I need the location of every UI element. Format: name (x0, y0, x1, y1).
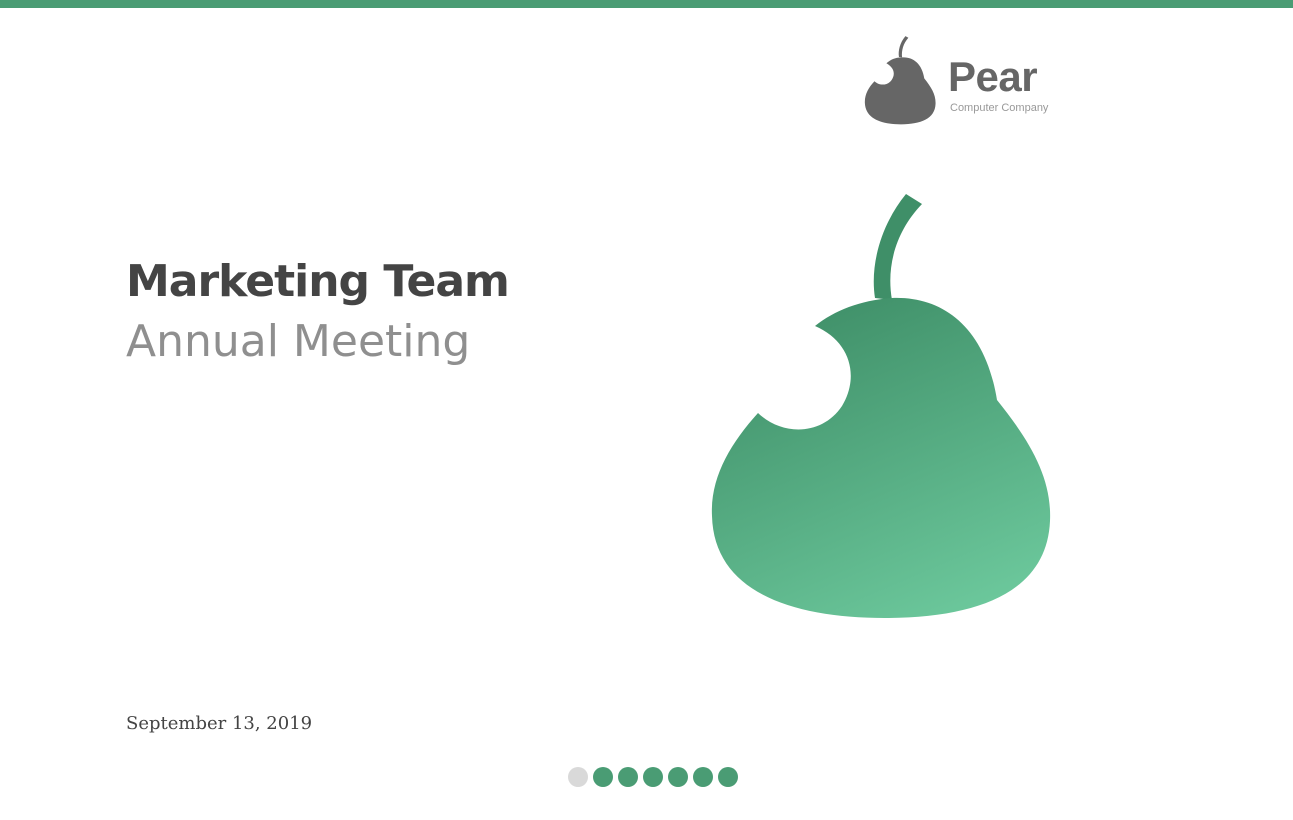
pear-logo-icon (864, 36, 936, 125)
nav-dot-3[interactable] (618, 767, 638, 787)
title-slide: Pear Computer Company Marketing Team Ann… (0, 0, 1293, 820)
logo-tagline: Computer Company (950, 102, 1049, 114)
nav-dot-5[interactable] (668, 767, 688, 787)
slide-date: September 13, 2019 (126, 713, 313, 734)
accent-bar (0, 0, 1293, 8)
nav-dot-4[interactable] (643, 767, 663, 787)
nav-dot-1[interactable] (568, 767, 588, 787)
nav-dot-6[interactable] (693, 767, 713, 787)
company-logo: Pear Computer Company (862, 34, 1062, 128)
slide-navigation (568, 767, 738, 789)
pear-hero-icon (711, 194, 1051, 618)
nav-dot-7[interactable] (718, 767, 738, 787)
slide-subtitle: Annual Meeting (126, 316, 471, 367)
nav-dot-2[interactable] (593, 767, 613, 787)
slide-title: Marketing Team (126, 256, 510, 307)
logo-wordmark: Pear (948, 53, 1038, 100)
